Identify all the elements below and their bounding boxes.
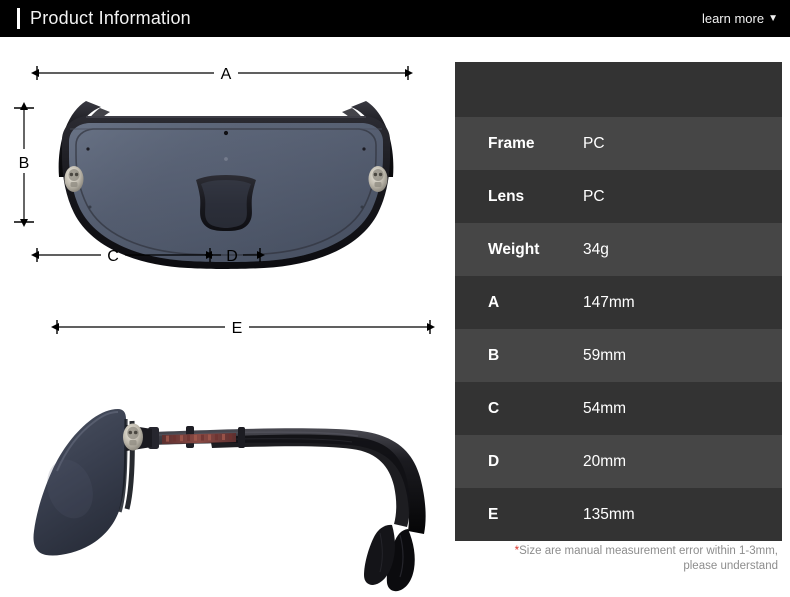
frame-ornament-right (368, 166, 388, 192)
spec-value: 59mm (583, 347, 627, 364)
spec-value: PC (583, 135, 605, 152)
sunglasses-side-view (33, 409, 426, 592)
table-row: D 20mm (455, 435, 782, 488)
table-row: A 147mm (455, 276, 782, 329)
table-row: Lens PC (455, 170, 782, 223)
side-frame-ornament (123, 423, 143, 451)
spec-label: Weight (488, 241, 540, 258)
spec-value: 34g (583, 241, 609, 258)
spec-value: PC (583, 188, 605, 205)
dimension-line-e: E (51, 320, 435, 337)
spec-value: 135mm (583, 506, 635, 523)
dimension-label-d: D (226, 248, 238, 265)
dimension-line-a: A (31, 66, 413, 83)
learn-more-label: learn more (701, 11, 765, 26)
page-title: Product Information (30, 8, 191, 28)
frame-ornament-left (64, 166, 84, 192)
table-row: E 135mm (455, 488, 782, 541)
dimension-label-c: C (107, 248, 119, 265)
product-information-header: Product Information learn more ▼ (0, 0, 790, 37)
table-row: Weight 34g (455, 223, 782, 276)
dimension-label-b: B (19, 155, 30, 172)
dimension-line-b: B (14, 102, 34, 227)
spec-label: E (488, 506, 499, 523)
dimension-label-e: E (232, 320, 243, 337)
header-accent-bar (17, 8, 20, 29)
measurement-note: *Size are manual measurement error withi… (455, 544, 782, 574)
spec-label: B (488, 347, 500, 364)
spec-label: Frame (488, 135, 535, 152)
note-line-2: please understand (683, 560, 778, 572)
spec-label: A (488, 294, 500, 311)
chevron-down-icon: ▼ (768, 13, 778, 24)
product-diagram-area: A B C D E (0, 37, 452, 597)
dimension-label-a: A (221, 66, 232, 83)
note-line-1: Size are manual measurement error within… (519, 545, 778, 557)
spec-label: C (488, 400, 500, 417)
learn-more-button[interactable]: learn more ▼ (702, 11, 778, 27)
spec-label: D (488, 453, 500, 470)
spec-value: 147mm (583, 294, 635, 311)
table-row: Frame PC (455, 117, 782, 170)
spec-value: 20mm (583, 453, 627, 470)
spec-value: 54mm (583, 400, 627, 417)
sunglasses-front-view (58, 101, 394, 269)
spec-table-header (455, 62, 782, 117)
table-row: C 54mm (455, 382, 782, 435)
spec-table: Frame PC Lens PC Weight 34g A 147mm B 59… (455, 62, 782, 541)
spec-label: Lens (488, 188, 525, 205)
table-row: B 59mm (455, 329, 782, 382)
sunglasses-dimension-diagram: A B C D E (14, 66, 435, 592)
